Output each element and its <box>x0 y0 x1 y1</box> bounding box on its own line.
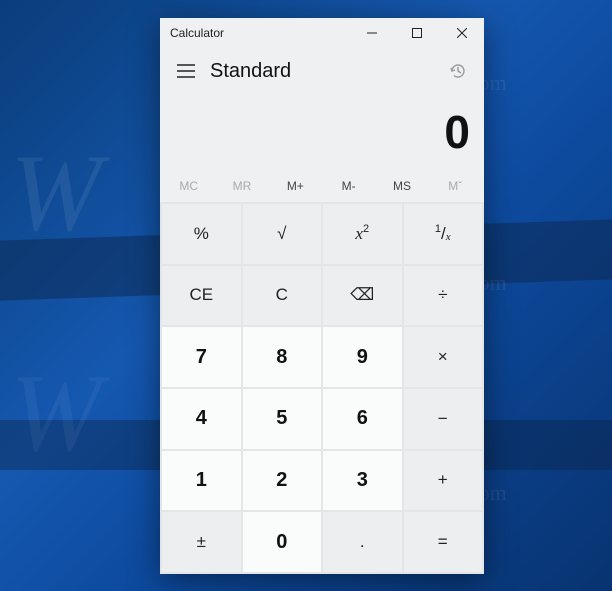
square-base: x <box>355 224 363 244</box>
recip-denominator: x <box>446 231 451 243</box>
memory-store-button[interactable]: MS <box>375 170 428 202</box>
multiply-key[interactable]: × <box>404 327 483 387</box>
memory-clear-button[interactable]: MC <box>162 170 215 202</box>
result-display: 0 <box>160 94 484 170</box>
digit-7-key[interactable]: 7 <box>162 327 241 387</box>
divide-key[interactable]: ÷ <box>404 266 483 326</box>
mode-title: Standard <box>206 60 438 83</box>
memory-recall-button[interactable]: MR <box>215 170 268 202</box>
calculator-window: Calculator Standard 0 <box>160 18 484 574</box>
minus-key[interactable]: − <box>404 389 483 449</box>
square-exponent: 2 <box>363 223 369 235</box>
maximize-button[interactable] <box>394 18 439 48</box>
history-icon <box>449 62 467 80</box>
header: Standard <box>160 48 484 94</box>
digit-6-key[interactable]: 6 <box>323 389 402 449</box>
memory-subtract-button[interactable]: M- <box>322 170 375 202</box>
reciprocal-key[interactable]: 1/x <box>404 204 483 264</box>
hamburger-icon <box>177 64 195 78</box>
minimize-button[interactable] <box>349 18 394 48</box>
decimal-key[interactable]: . <box>323 512 402 572</box>
menu-button[interactable] <box>166 51 206 91</box>
backspace-key[interactable]: ⌫ <box>323 266 402 326</box>
digit-1-key[interactable]: 1 <box>162 451 241 511</box>
memory-row: MC MR M+ M- MS Mˇ <box>160 170 484 202</box>
clear-entry-key[interactable]: CE <box>162 266 241 326</box>
digit-3-key[interactable]: 3 <box>323 451 402 511</box>
plus-key[interactable]: + <box>404 451 483 511</box>
digit-9-key[interactable]: 9 <box>323 327 402 387</box>
percent-key[interactable]: % <box>162 204 241 264</box>
negate-key[interactable]: ± <box>162 512 241 572</box>
digit-2-key[interactable]: 2 <box>243 451 322 511</box>
minimize-icon <box>367 28 377 38</box>
keypad: % √ x2 1/x CE C ⌫ ÷ 7 8 9 × 4 5 6 − 1 2 … <box>160 202 484 574</box>
sqrt-key[interactable]: √ <box>243 204 322 264</box>
window-title: Calculator <box>160 26 349 40</box>
recip-numerator: 1 <box>435 223 441 235</box>
digit-5-key[interactable]: 5 <box>243 389 322 449</box>
memory-add-button[interactable]: M+ <box>269 170 322 202</box>
titlebar: Calculator <box>160 18 484 48</box>
maximize-icon <box>412 28 422 38</box>
digit-8-key[interactable]: 8 <box>243 327 322 387</box>
square-key[interactable]: x2 <box>323 204 402 264</box>
digit-4-key[interactable]: 4 <box>162 389 241 449</box>
close-icon <box>457 28 467 38</box>
clear-key[interactable]: C <box>243 266 322 326</box>
close-button[interactable] <box>439 18 484 48</box>
memory-list-button[interactable]: Mˇ <box>429 170 482 202</box>
digit-0-key[interactable]: 0 <box>243 512 322 572</box>
history-button[interactable] <box>438 51 478 91</box>
equals-key[interactable]: = <box>404 512 483 572</box>
